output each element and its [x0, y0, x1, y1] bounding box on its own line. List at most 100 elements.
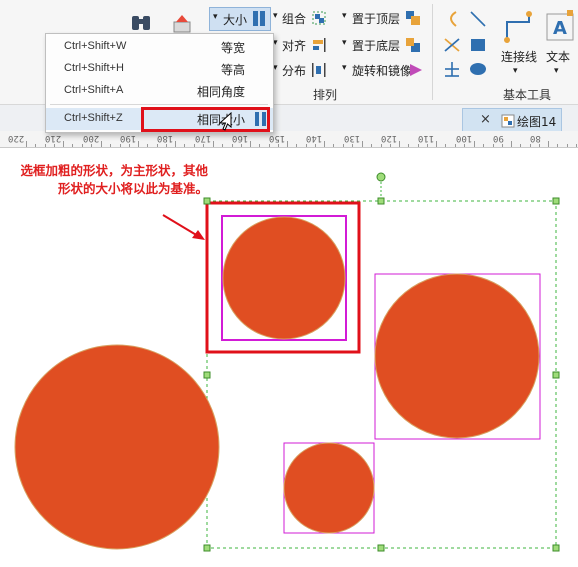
mouse-cursor-icon [218, 111, 232, 135]
ruler-minor-tick [352, 144, 353, 147]
small-circle-shape[interactable] [283, 442, 375, 534]
text-tool-button[interactable]: A 文本 ▾ [542, 6, 578, 82]
distribute-button[interactable]: ▾ 分布 [273, 61, 331, 81]
menu-item-same-height[interactable]: Ctrl+Shift+H 等高 [46, 58, 273, 80]
menu-item-label: 相同角度 [196, 85, 245, 99]
rotation-handle[interactable] [376, 172, 386, 182]
ruler-minor-tick [557, 144, 558, 147]
ruler-tick-label: 110 [418, 133, 435, 143]
arc-tool-icon[interactable] [442, 10, 462, 28]
menu-item-label: 等宽 [220, 41, 245, 55]
ruler-minor-tick [502, 144, 503, 147]
bring-to-front-label: 置于顶层 [352, 12, 401, 26]
document-tab[interactable]: × 绘图14 [462, 108, 562, 133]
document-tab-label: 绘图14 [517, 115, 557, 129]
ruler-tick [399, 141, 400, 147]
large-circle-shape[interactable] [14, 344, 220, 550]
send-back-icon [405, 37, 421, 56]
rotate-mirror-button[interactable]: ▾ 旋转和镜像 [342, 61, 426, 81]
chevron-down-icon: ▾ [213, 12, 218, 22]
ruler-minor-tick [306, 144, 307, 147]
drawing-canvas[interactable] [0, 148, 578, 567]
group-button-label: 组合 [282, 12, 307, 26]
ruler-minor-tick [381, 144, 382, 147]
ruler-minor-tick [222, 144, 223, 147]
group-icon [311, 10, 327, 29]
rotate-mirror-label: 旋转和镜像 [352, 64, 413, 78]
ruler-minor-tick [194, 144, 195, 147]
ruler-tick [63, 141, 64, 147]
chevron-down-icon: ▾ [342, 38, 347, 48]
menu-shortcut: Ctrl+Shift+W [64, 40, 127, 52]
distribute-icon [311, 62, 327, 81]
bring-to-front-button[interactable]: ▾ 置于顶层 [342, 9, 422, 29]
ruler-minor-tick [120, 144, 121, 147]
rectangle-tool-icon[interactable] [468, 36, 488, 54]
ruler-tick [511, 141, 512, 147]
menu-item-same-width[interactable]: Ctrl+Shift+W 等宽 [46, 36, 273, 58]
grid-tool-icon[interactable] [442, 60, 462, 78]
line-tool-icon[interactable] [468, 10, 488, 28]
ellipse-tool-icon[interactable] [468, 60, 488, 78]
align-button[interactable]: ▾ 对齐 [273, 36, 331, 56]
ruler-minor-tick [110, 144, 111, 147]
size-button-label: 大小 [223, 13, 248, 27]
primary-circle-shape[interactable] [222, 216, 346, 340]
ruler-minor-tick [408, 144, 409, 147]
ruler-tick-label: 200 [83, 133, 100, 143]
ruler-minor-tick [184, 144, 185, 147]
ruler-tick-label: 120 [381, 133, 398, 143]
ruler-tick [362, 141, 363, 147]
menu-shortcut: Ctrl+Shift+A [64, 84, 124, 96]
ruler-tick-label: 220 [8, 133, 25, 143]
ruler-tick-label: 80 [530, 133, 541, 143]
ruler-minor-tick [166, 144, 167, 147]
group-button[interactable]: ▾ 组合 [273, 9, 331, 29]
ruler-tick [101, 141, 102, 147]
ruler-minor-tick [45, 144, 46, 147]
horizontal-ruler: 220 210 200 190 180 170 160 150 140 130 120 110 100 9… [0, 131, 578, 148]
ruler-minor-tick [232, 144, 233, 147]
ruler-minor-tick [427, 144, 428, 147]
align-icon [311, 37, 327, 56]
ruler-tick-label: 190 [120, 133, 137, 143]
ruler-minor-tick [241, 144, 242, 147]
medium-circle-shape[interactable] [374, 273, 540, 439]
ruler-tick [474, 141, 475, 147]
ruler-minor-tick [343, 144, 344, 147]
ruler-minor-tick [483, 144, 484, 147]
ruler-minor-tick [269, 144, 270, 147]
bring-front-icon [405, 10, 421, 29]
send-to-back-button[interactable]: ▾ 置于底层 [342, 36, 422, 56]
ruler-minor-tick [157, 144, 158, 147]
connector-button[interactable]: 连接线 ▾ [497, 6, 539, 82]
cross-tool-icon[interactable] [442, 36, 462, 54]
ruler-minor-tick [333, 144, 334, 147]
ruler-minor-tick [296, 144, 297, 147]
ruler-minor-tick [91, 144, 92, 147]
basic-tools-group-label: 基本工具 [503, 88, 552, 102]
ruler-tick [175, 141, 176, 147]
ruler-tick-label: 130 [344, 133, 361, 143]
close-icon[interactable]: × [480, 112, 491, 127]
size-dropdown-button[interactable]: ▾ 大小 [209, 7, 271, 31]
chevron-down-icon: ▾ [554, 66, 559, 76]
ruler-minor-tick [259, 144, 260, 147]
binoculars-icon[interactable] [130, 12, 152, 32]
arrow-head-icon [192, 230, 205, 240]
menu-item-same-angle[interactable]: Ctrl+Shift+A 相同角度 [46, 80, 273, 102]
format-painter-icon[interactable] [170, 12, 194, 34]
connector-icon [503, 10, 533, 47]
ruler-tick [138, 141, 139, 147]
ruler-tick-label: 100 [456, 133, 473, 143]
menu-separator [50, 104, 268, 105]
annotation-text: 选框加粗的形状，为主形状，其他形状的大小将以此为基准。 [20, 163, 208, 196]
size-icon [252, 11, 266, 26]
ruler-minor-tick [493, 144, 494, 147]
arrange-group-label: 排列 [313, 88, 338, 102]
annotation-arrow [162, 214, 199, 237]
ruler-minor-tick [445, 144, 446, 147]
ruler-tick [213, 141, 214, 147]
ruler-minor-tick [82, 144, 83, 147]
ruler-minor-tick [576, 144, 577, 147]
